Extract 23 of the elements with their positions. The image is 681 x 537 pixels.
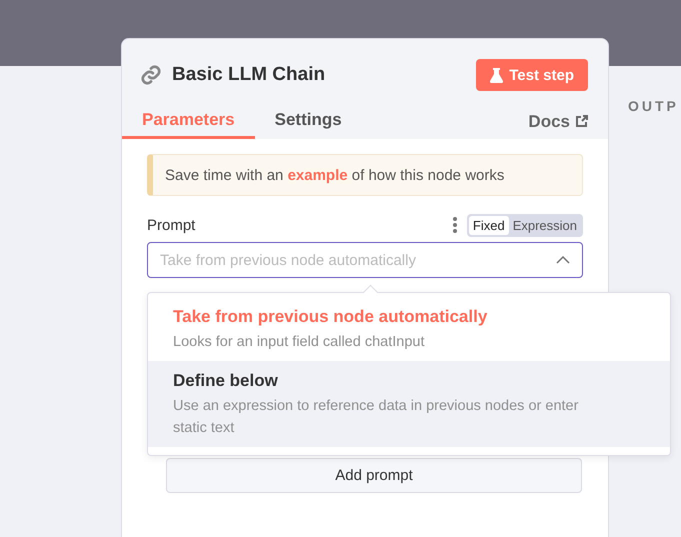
add-prompt-button[interactable]: Add prompt (166, 458, 582, 493)
external-link-icon (575, 115, 588, 128)
link-icon (140, 64, 162, 86)
mode-option[interactable]: Fixed (468, 216, 509, 234)
option-description: Looks for an input field called chatInput (173, 333, 426, 352)
docs-link[interactable]: Docs (528, 104, 588, 139)
option-title: Take from previous node automatically (173, 307, 488, 327)
test-step-button[interactable]: Test step (476, 59, 588, 91)
mode-option[interactable]: Expression (508, 216, 581, 234)
chevron-icon (556, 256, 570, 264)
prompt-input[interactable]: Take from previous node automatically (158, 250, 556, 270)
prompt-select[interactable]: Take from previous node automatically (147, 242, 583, 278)
prompt-label: Prompt (147, 216, 196, 234)
dropdown-option[interactable]: Define below Use an expression to reference data in previous nodes or enter static text (148, 361, 670, 447)
notice-text: Save time with an example of how this node works (165, 166, 504, 184)
option-description: Use an expression to reference data in previous nodes or enter static text (173, 397, 580, 438)
node-title: Basic LLM Chain (172, 64, 326, 86)
more-options-icon[interactable] (452, 217, 457, 233)
option-title: Define below (173, 371, 279, 391)
flask-icon (490, 68, 504, 82)
dropdown-option[interactable]: Take from previous node automatically Looks for an input field called chatInput (148, 297, 670, 361)
output-heading: OUTP (628, 98, 679, 114)
tab[interactable]: Settings (254, 104, 362, 139)
